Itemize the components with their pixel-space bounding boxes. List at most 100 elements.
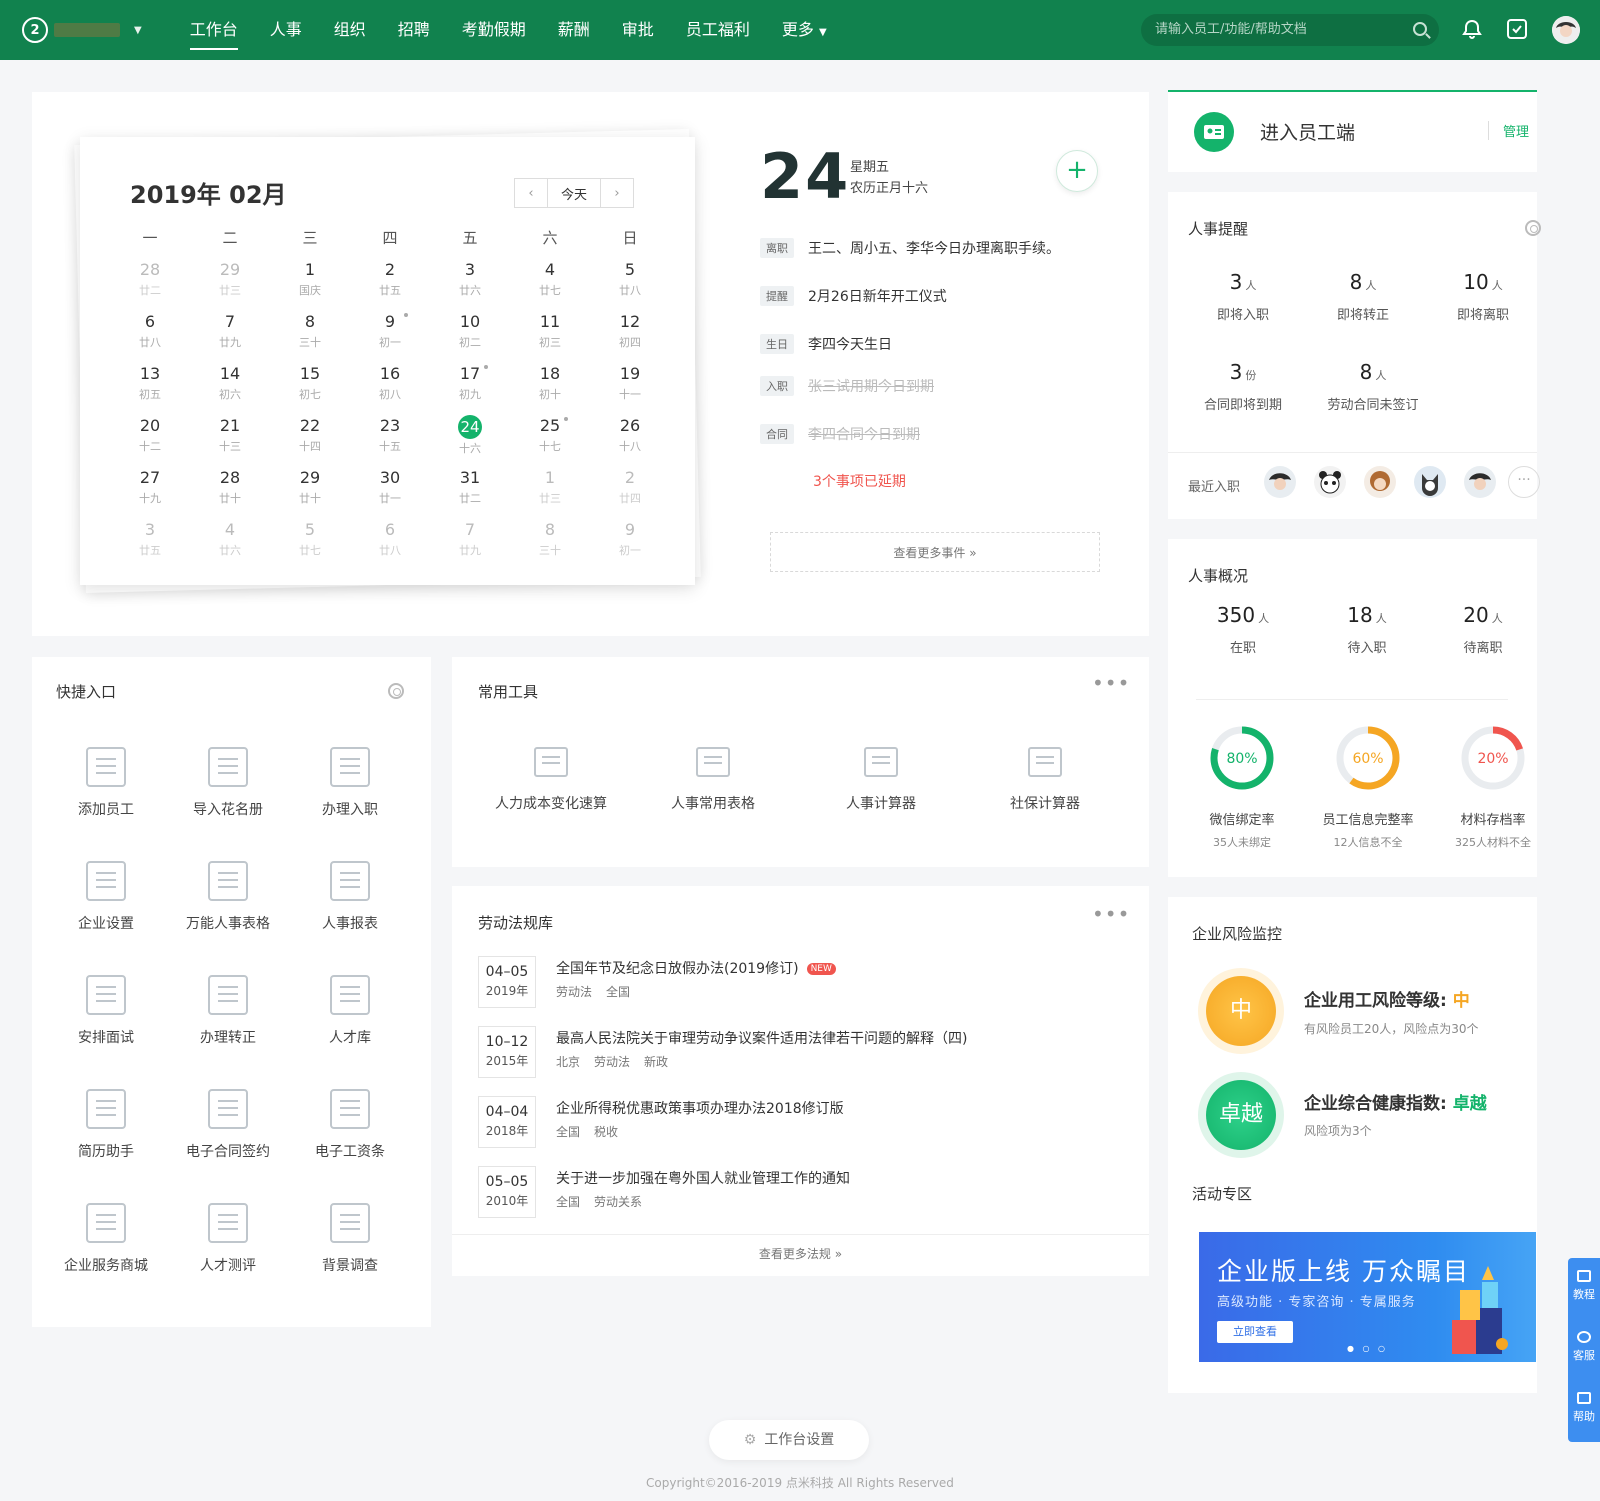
search-input[interactable]: 请输入员工/功能/帮助文档 bbox=[1141, 14, 1439, 46]
more-avatars-button[interactable]: ··· bbox=[1508, 466, 1540, 498]
calendar-day[interactable]: 16 初八 bbox=[350, 359, 430, 411]
stat-employed[interactable]: 350 人在职 bbox=[1188, 603, 1298, 656]
calendar-day[interactable]: 23 十五 bbox=[350, 411, 430, 463]
calendar-day[interactable]: 30 廿一 bbox=[350, 463, 430, 515]
calendar-day[interactable]: 14 初六 bbox=[190, 359, 270, 411]
nav-approval[interactable]: 审批 bbox=[606, 0, 670, 60]
calendar-day[interactable]: 4 廿七 bbox=[510, 255, 590, 307]
quick-entry-item[interactable]: 人才测评 bbox=[168, 1203, 288, 1275]
nav-attendance[interactable]: 考勤假期 bbox=[446, 0, 542, 60]
stat-contract-expiring[interactable]: 3 份合同即将到期 bbox=[1188, 360, 1298, 413]
calendar-day[interactable]: 18 初十 bbox=[510, 359, 590, 411]
add-event-button[interactable]: + bbox=[1056, 150, 1098, 192]
calendar-day[interactable]: 19 十一 bbox=[590, 359, 670, 411]
calendar-day[interactable]: 3 廿六 bbox=[430, 255, 510, 307]
event-item[interactable]: 离职 王二、周小五、李华今日办理离职手续。 bbox=[760, 238, 1060, 258]
quick-entry-item[interactable]: 办理转正 bbox=[168, 975, 288, 1047]
calendar-day[interactable]: 24 十六 bbox=[430, 411, 510, 463]
calendar-day[interactable]: 2 廿五 bbox=[350, 255, 430, 307]
more-options-icon[interactable]: ••• bbox=[1092, 671, 1130, 695]
calendar-day[interactable]: 5 廿八 bbox=[590, 255, 670, 307]
banner-pagination-dots[interactable]: ● ○ ○ bbox=[1347, 1344, 1388, 1353]
law-list-item[interactable]: 04–05 2019年 全国年节及纪念日放假办法(2019修订) NEW 劳动法 全国 bbox=[478, 956, 1118, 1010]
quick-entry-item[interactable]: 人事报表 bbox=[290, 861, 410, 933]
event-item[interactable]: 提醒 2月26日新年开工仪式 bbox=[760, 286, 947, 306]
stat-contract-unsigned[interactable]: 8 人劳动合同未签订 bbox=[1308, 360, 1438, 413]
quick-entry-item[interactable]: 人才库 bbox=[290, 975, 410, 1047]
calendar-day[interactable]: 12 初四 bbox=[590, 307, 670, 359]
avatar[interactable] bbox=[1364, 466, 1396, 498]
law-list-item[interactable]: 04–04 2018年 企业所得税优惠政策事项办理办法2018修订版 全国 税收 bbox=[478, 1096, 1118, 1150]
activity-banner[interactable]: 企业版上线 万众瞩目 高级功能 · 专家咨询 · 专属服务 立即查看 ● ○ ○ bbox=[1199, 1232, 1536, 1362]
calendar-day[interactable]: 1 廿三 bbox=[510, 463, 590, 515]
stat-upcoming-regular[interactable]: 8 人即将转正 bbox=[1308, 270, 1418, 323]
calendar-day[interactable]: 27 十九 bbox=[110, 463, 190, 515]
calendar-day[interactable]: 4 廿六 bbox=[190, 515, 270, 567]
help-button[interactable]: 帮助 bbox=[1568, 1380, 1600, 1441]
calendar-day[interactable]: 3 廿五 bbox=[110, 515, 190, 567]
quick-entry-item[interactable]: 添加员工 bbox=[46, 747, 166, 819]
law-list-item[interactable]: 05–05 2010年 关于进一步加强在粤外国人就业管理工作的通知 全国 劳动关系 bbox=[478, 1166, 1118, 1220]
nav-welfare[interactable]: 员工福利 bbox=[670, 0, 766, 60]
tool-hr-tables[interactable]: 人事常用表格 bbox=[638, 747, 788, 813]
stat-upcoming-onboard[interactable]: 3 人即将入职 bbox=[1188, 270, 1298, 323]
nav-workbench[interactable]: 工作台 bbox=[174, 0, 254, 60]
calendar-day[interactable]: 5 廿七 bbox=[270, 515, 350, 567]
gear-icon[interactable] bbox=[388, 683, 404, 699]
quick-entry-item[interactable]: 企业服务商城 bbox=[46, 1203, 166, 1275]
avatar[interactable] bbox=[1264, 466, 1296, 498]
company-logo[interactable]: 2 ▼ bbox=[22, 17, 142, 43]
law-list-item[interactable]: 10–12 2015年 最高人民法院关于审理劳动争议案件适用法律若干问题的解释（四)… bbox=[478, 1026, 1118, 1080]
gear-icon[interactable] bbox=[1525, 220, 1541, 236]
quick-entry-item[interactable]: 万能人事表格 bbox=[168, 861, 288, 933]
tool-social-security[interactable]: 社保计算器 bbox=[970, 747, 1120, 813]
bell-icon[interactable] bbox=[1461, 18, 1483, 40]
calendar-day[interactable]: 29 廿三 bbox=[190, 255, 270, 307]
calendar-day[interactable]: 20 十二 bbox=[110, 411, 190, 463]
calendar-day[interactable]: 7 廿九 bbox=[430, 515, 510, 567]
event-item[interactable]: 入职 张三试用期今日到期 bbox=[760, 376, 934, 396]
more-laws-link[interactable]: 查看更多法规 » bbox=[452, 1234, 1149, 1262]
calendar-day[interactable]: 21 十三 bbox=[190, 411, 270, 463]
calendar-day[interactable]: 28 廿十 bbox=[190, 463, 270, 515]
quick-entry-item[interactable]: 电子工资条 bbox=[290, 1089, 410, 1161]
avatar[interactable] bbox=[1414, 466, 1446, 498]
more-options-icon[interactable]: ••• bbox=[1092, 902, 1130, 926]
calendar-day[interactable]: 11 初三 bbox=[510, 307, 590, 359]
company-switch-caret-icon[interactable]: ▼ bbox=[134, 25, 142, 36]
prev-month-button[interactable]: ‹ bbox=[515, 179, 547, 207]
manage-link[interactable]: 管理 bbox=[1488, 121, 1529, 140]
nav-recruitment[interactable]: 招聘 bbox=[382, 0, 446, 60]
calendar-day[interactable]: 2 廿四 bbox=[590, 463, 670, 515]
event-item[interactable]: 生日 李四今天生日 bbox=[760, 334, 892, 354]
employee-portal-link[interactable]: 进入员工端 bbox=[1260, 118, 1355, 145]
nav-organization[interactable]: 组织 bbox=[318, 0, 382, 60]
calendar-day[interactable]: 8 三十 bbox=[270, 307, 350, 359]
calendar-day[interactable]: 13 初五 bbox=[110, 359, 190, 411]
calendar-day[interactable]: 7 廿九 bbox=[190, 307, 270, 359]
tool-labor-cost[interactable]: 人力成本变化速算 bbox=[476, 747, 626, 813]
calendar-day[interactable]: 6 廿八 bbox=[350, 515, 430, 567]
avatar[interactable] bbox=[1464, 466, 1496, 498]
calendar-day[interactable]: 15 初七 bbox=[270, 359, 350, 411]
event-item[interactable]: 合同 李四合同今日到期 bbox=[760, 424, 920, 444]
calendar-day[interactable]: 29 廿十 bbox=[270, 463, 350, 515]
overdue-events-link[interactable]: 3个事项已延期 bbox=[813, 471, 906, 491]
avatar[interactable] bbox=[1314, 466, 1346, 498]
today-button[interactable]: 今天 bbox=[547, 179, 601, 207]
calendar-day[interactable]: 9 初一 bbox=[350, 307, 430, 359]
banner-view-button[interactable]: 立即查看 bbox=[1217, 1321, 1293, 1343]
calendar-day[interactable]: 22 十四 bbox=[270, 411, 350, 463]
stat-pending-leave[interactable]: 20 人待离职 bbox=[1428, 603, 1538, 656]
stat-pending-onboard[interactable]: 18 人待入职 bbox=[1312, 603, 1422, 656]
calendar-day[interactable]: 25 十七 bbox=[510, 411, 590, 463]
calendar-day[interactable]: 28 廿二 bbox=[110, 255, 190, 307]
user-avatar[interactable] bbox=[1552, 16, 1580, 44]
quick-entry-item[interactable]: 安排面试 bbox=[46, 975, 166, 1047]
calendar-day[interactable]: 1 国庆 bbox=[270, 255, 350, 307]
nav-personnel[interactable]: 人事 bbox=[254, 0, 318, 60]
calendar-day[interactable]: 17 初九 bbox=[430, 359, 510, 411]
quick-entry-item[interactable]: 电子合同签约 bbox=[168, 1089, 288, 1161]
quick-entry-item[interactable]: 企业设置 bbox=[46, 861, 166, 933]
nav-salary[interactable]: 薪酬 bbox=[542, 0, 606, 60]
